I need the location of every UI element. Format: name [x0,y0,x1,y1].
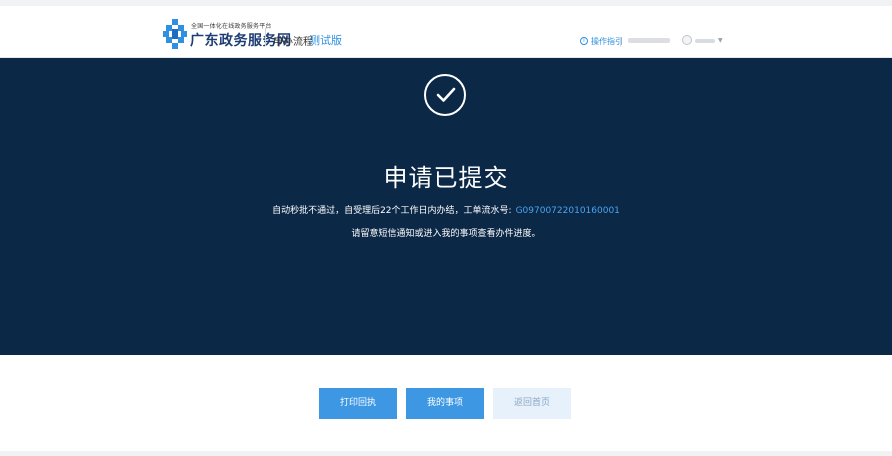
blurred-account-info [628,38,670,43]
page: 全国一体化在线政务服务平台 广东政务服务网 申办流程 测试版 i 操作指引 ▼ … [0,0,892,456]
top-header: 全国一体化在线政务服务平台 广东政务服务网 申办流程 测试版 i 操作指引 ▼ [0,6,892,58]
guide-circle-icon: i [580,37,588,45]
action-area: 打印回执 我的事项 返回首页 [0,355,892,451]
check-circle-icon [424,74,466,116]
user-avatar-icon[interactable] [682,35,692,45]
header-separator [620,37,621,47]
submission-hint: 请留意短信通知或进入我的事项查看办件进度。 [351,229,541,239]
chevron-down-icon[interactable]: ▼ [718,37,723,44]
print-receipt-button[interactable]: 打印回执 [319,388,397,419]
guide-link-label: 操作指引 [591,36,623,46]
brand-subtitle: 全国一体化在线政务服务平台 [191,23,272,30]
back-home-button[interactable]: 返回首页 [493,388,571,419]
guide-link[interactable]: i 操作指引 [580,35,623,47]
submission-title: 申请已提交 [383,164,509,192]
test-version-label: 测试版 [309,34,342,47]
submission-message-text: 自动秒批不通过，自受理后22个工作日内办结，工单流水号: [272,206,512,216]
my-items-button[interactable]: 我的事项 [406,388,484,419]
serial-number: G09700722010160001 [515,206,620,216]
blurred-username[interactable] [695,39,715,43]
flow-label: 申办流程 [273,37,313,48]
guangdong-gov-logo-icon[interactable] [163,19,187,49]
header-divider [265,28,266,46]
success-banner: 申请已提交 自动秒批不通过，自受理后22个工作日内办结，工单流水号: G09700… [0,58,892,355]
submission-message: 自动秒批不通过，自受理后22个工作日内办结，工单流水号: G09700722010… [0,203,892,216]
